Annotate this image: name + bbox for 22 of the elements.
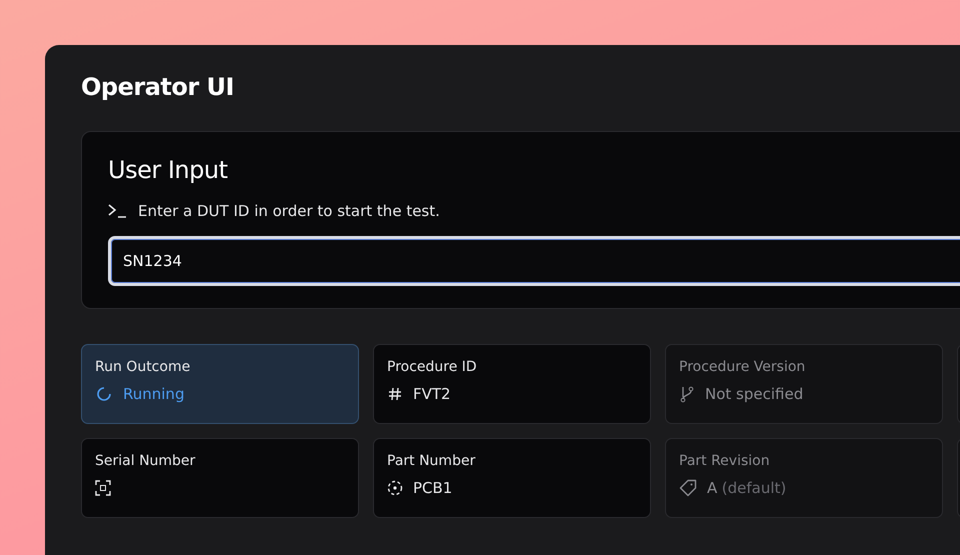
card-label: Procedure Version: [679, 359, 806, 375]
card-value: Running: [123, 385, 184, 403]
dut-id-input[interactable]: SN1234: [108, 236, 960, 286]
card-value: A (default): [707, 479, 786, 497]
card-label: Procedure ID: [387, 359, 478, 375]
hash-icon: [387, 386, 403, 402]
card-label: Run Outcome: [95, 359, 192, 375]
spinner-icon: [95, 385, 113, 403]
branch-icon: [679, 385, 695, 403]
card-label: Part Revision: [679, 453, 771, 469]
scan-icon: [95, 480, 111, 496]
dashed-circle-icon: [387, 480, 403, 496]
card-value: FVT2: [413, 385, 451, 403]
section-title: User Input: [108, 156, 228, 184]
card-value: Not specified: [705, 385, 804, 403]
app-title: Operator UI: [81, 73, 235, 101]
terminal-icon: [108, 204, 128, 218]
card-label: Part Number: [387, 453, 476, 469]
tag-icon: [679, 479, 697, 497]
card-label: Serial Number: [95, 453, 196, 469]
prompt-text: Enter a DUT ID in order to start the test.: [138, 202, 440, 220]
card-value: PCB1: [413, 479, 452, 497]
